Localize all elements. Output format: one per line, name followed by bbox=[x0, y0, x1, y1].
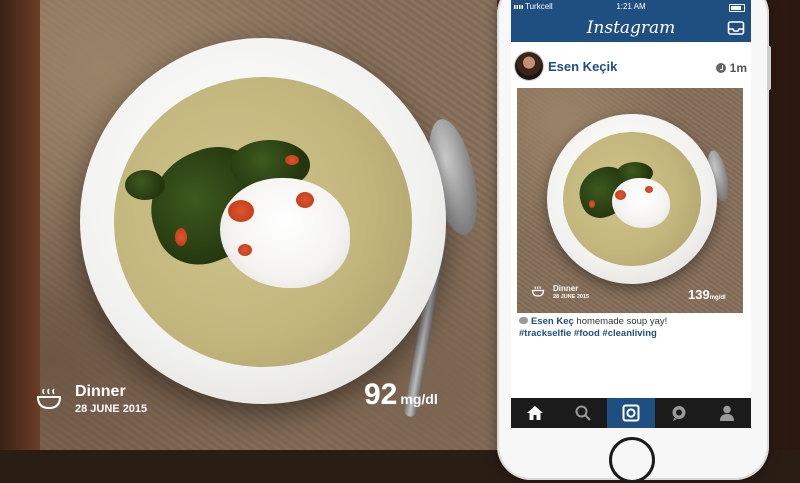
soup-cup-icon bbox=[531, 286, 545, 297]
phone-side-button bbox=[767, 46, 771, 90]
camera-icon bbox=[622, 404, 640, 422]
post-time-label: 1m bbox=[729, 61, 747, 75]
chili-oil bbox=[645, 186, 653, 193]
chili-oil bbox=[615, 190, 626, 200]
post-username[interactable]: Esen Keçik bbox=[548, 59, 617, 74]
app-header: Instagram bbox=[511, 14, 751, 42]
clock-icon bbox=[715, 63, 726, 73]
battery-icon bbox=[729, 4, 745, 12]
chili-oil bbox=[238, 244, 252, 256]
comment-icon bbox=[519, 317, 528, 324]
bottom-tab-bar bbox=[511, 398, 751, 428]
profile-icon bbox=[720, 405, 734, 421]
home-icon bbox=[527, 406, 543, 420]
status-time: 1:21 AM bbox=[616, 2, 646, 11]
meal-label: Dinner bbox=[75, 383, 126, 400]
photo-glucose-value: 139 bbox=[688, 287, 710, 302]
photo-meal-label: Dinner bbox=[553, 284, 579, 293]
inbox-icon[interactable] bbox=[727, 20, 745, 36]
glucose-value: 92 bbox=[364, 378, 398, 411]
search-icon bbox=[575, 405, 591, 421]
chili-oil bbox=[228, 200, 254, 222]
tab-camera[interactable] bbox=[607, 398, 655, 428]
glucose-reading: 92 mg/dl bbox=[364, 378, 438, 412]
status-bar: Turkcell 1:21 AM bbox=[511, 0, 751, 14]
caption-hashtags[interactable]: #trackselfie #food #cleanliving bbox=[519, 328, 747, 340]
yogurt-dollop bbox=[612, 178, 670, 228]
tab-search[interactable] bbox=[559, 398, 607, 428]
post-header: Esen Keçik 1m bbox=[511, 50, 751, 84]
chili-oil bbox=[285, 155, 299, 165]
tab-profile[interactable] bbox=[703, 398, 751, 428]
activity-icon bbox=[672, 406, 686, 421]
hero-photo: Dinner 28 JUNE 2015 92 mg/dl bbox=[0, 0, 497, 450]
tab-activity[interactable] bbox=[655, 398, 703, 428]
chili-oil bbox=[589, 200, 595, 208]
meal-date: 28 JUNE 2015 bbox=[75, 403, 148, 415]
post-photo[interactable]: Dinner 28 JUNE 2015 139mg/dl bbox=[517, 88, 743, 313]
chili-oil bbox=[175, 228, 187, 246]
pesto bbox=[125, 170, 165, 200]
caption-author[interactable]: Esen Keç bbox=[531, 316, 574, 327]
post-timestamp: 1m bbox=[715, 61, 747, 75]
wood-table bbox=[0, 0, 40, 450]
avatar[interactable] bbox=[515, 52, 543, 80]
photo-glucose-unit: mg/dl bbox=[709, 295, 726, 301]
phone-screen: Turkcell 1:21 AM Instagram Esen Keçik 1m bbox=[511, 0, 751, 428]
phone-home-button[interactable] bbox=[609, 437, 655, 483]
photo-meal-date: 28 JUNE 2015 bbox=[553, 294, 590, 300]
photo-glucose-reading: 139mg/dl bbox=[688, 286, 726, 304]
caption-text: homemade soup yay! bbox=[573, 316, 668, 327]
tab-home[interactable] bbox=[511, 398, 559, 428]
post-caption: Esen Keç homemade soup yay! #trackselfie… bbox=[519, 316, 747, 340]
glucose-unit: mg/dl bbox=[400, 391, 438, 407]
chili-oil bbox=[296, 192, 314, 208]
app-title: Instagram bbox=[586, 18, 676, 38]
soup-cup-icon bbox=[36, 388, 62, 410]
